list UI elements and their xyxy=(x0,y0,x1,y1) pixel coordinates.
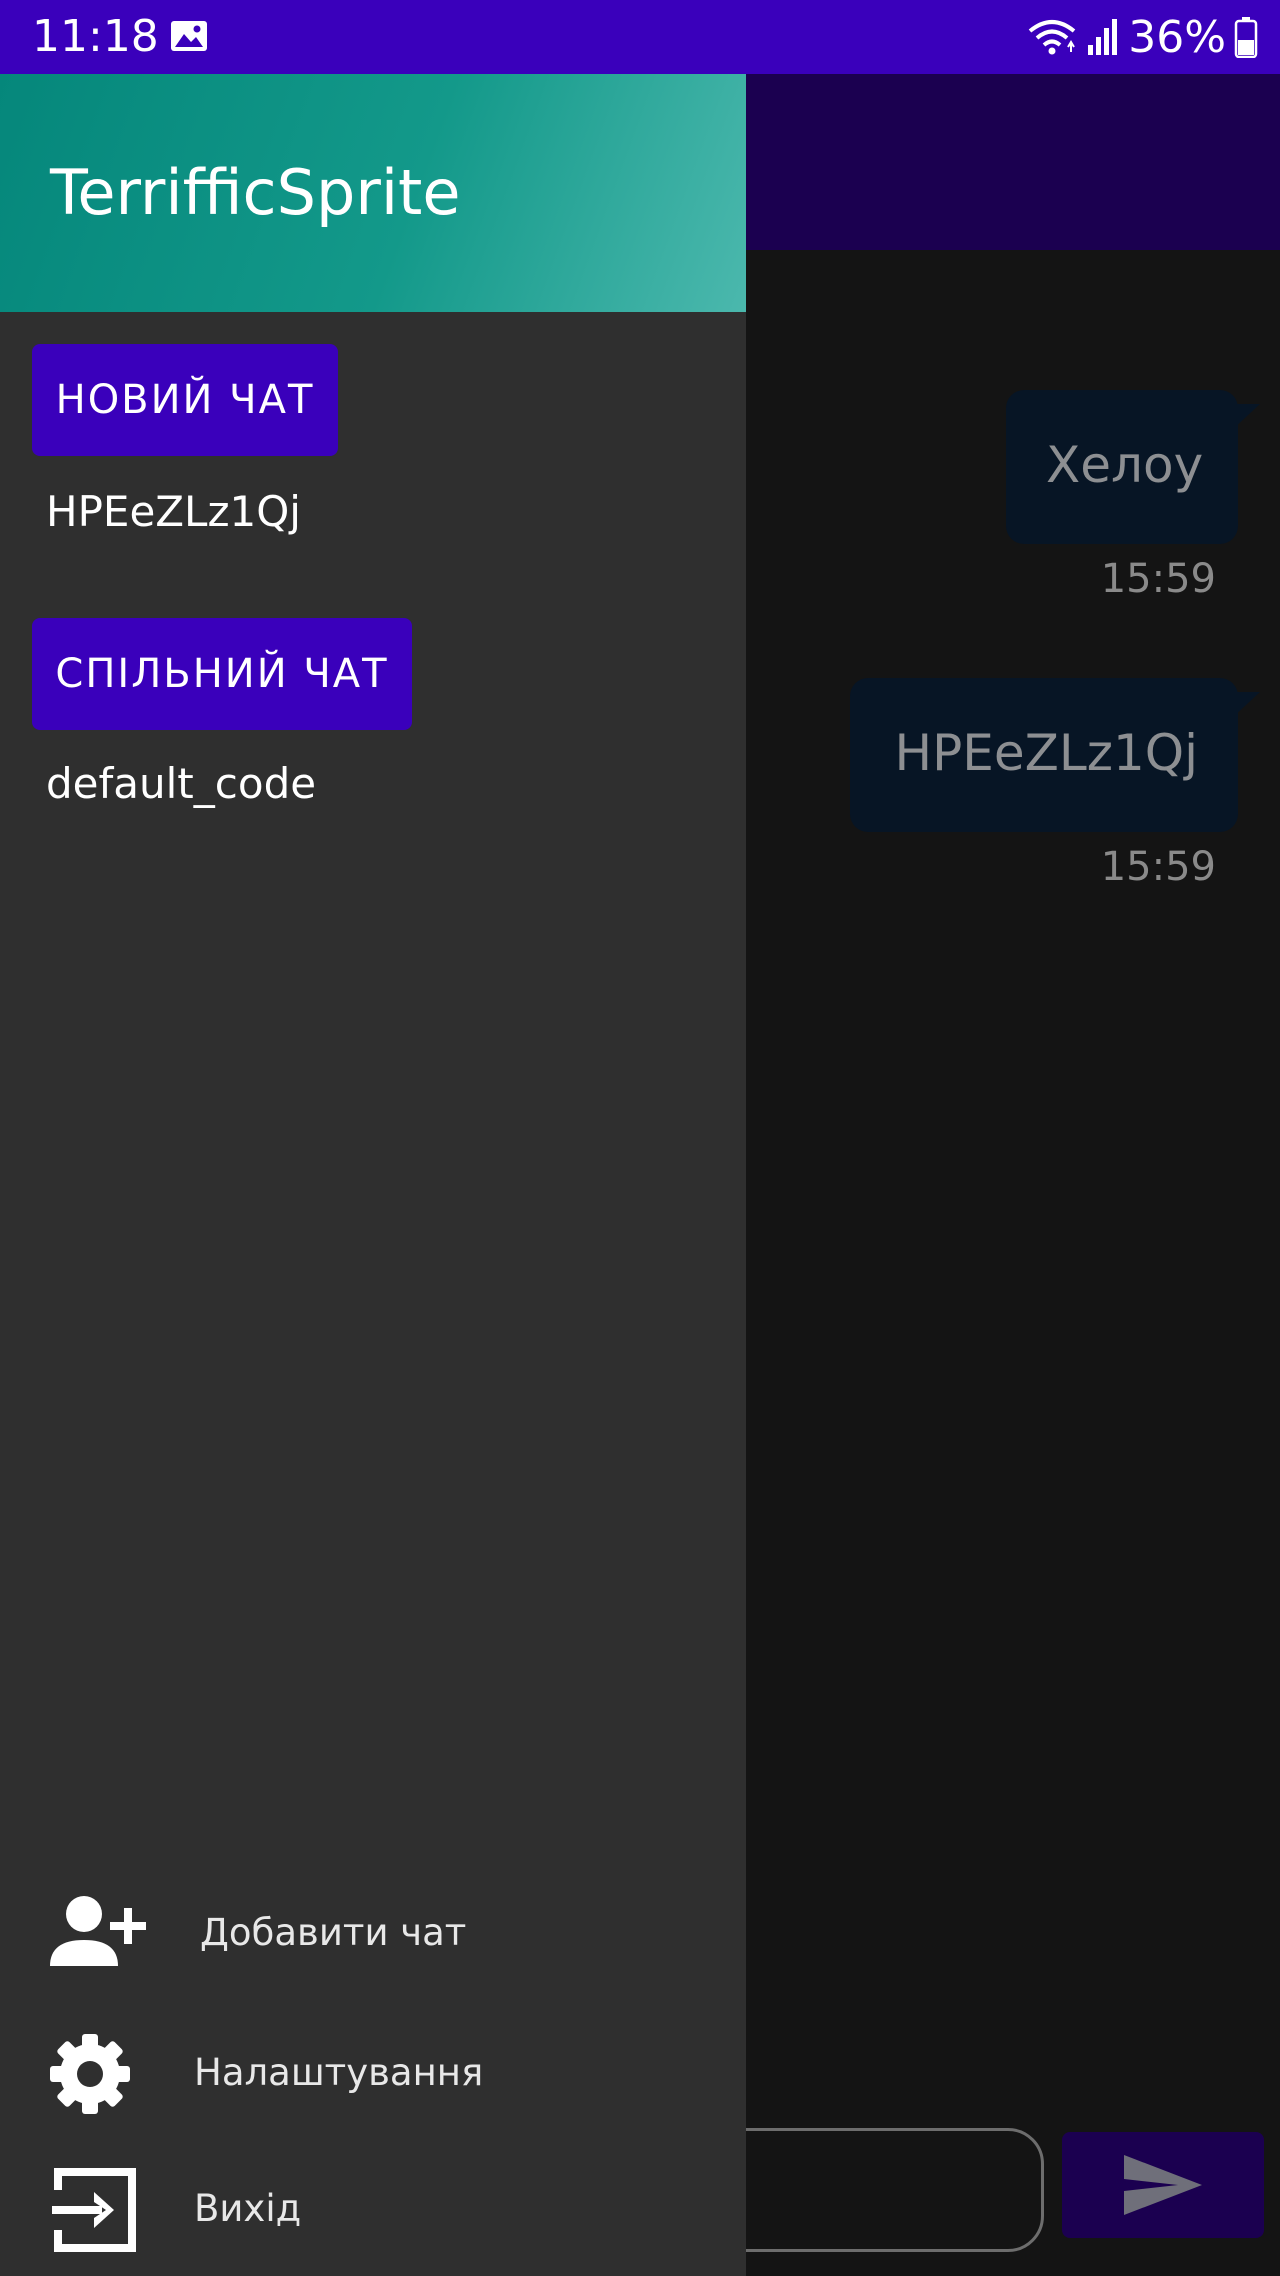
message-time: 15:59 xyxy=(1100,556,1216,602)
exit-icon xyxy=(52,2168,136,2252)
new-chat-button[interactable]: НОВИЙ ЧАТ xyxy=(32,344,338,456)
shared-chat-code: default_code xyxy=(46,759,317,808)
menu-label-add-chat: Добавити чат xyxy=(200,1911,467,1954)
message-time: 15:59 xyxy=(1100,844,1216,890)
menu-item-settings[interactable]: Налаштування xyxy=(0,2014,746,2134)
status-time: 11:18 xyxy=(32,11,159,62)
new-chat-code: HPEeZLz1Qj xyxy=(46,487,301,536)
drawer-title: TerrifficSprite xyxy=(50,156,461,229)
message-input[interactable] xyxy=(700,2128,1044,2252)
send-icon xyxy=(1124,2155,1202,2215)
chat-app-bar xyxy=(746,74,1280,250)
send-button[interactable] xyxy=(1062,2132,1264,2238)
message-bubble[interactable]: HPEeZLz1Qj xyxy=(850,678,1260,832)
image-icon xyxy=(171,21,207,51)
status-right-group: 36% xyxy=(1026,11,1258,63)
battery-percent: 36% xyxy=(1128,11,1226,63)
shared-chat-button[interactable]: СПІЛЬНИЙ ЧАТ xyxy=(32,618,412,730)
wifi-icon xyxy=(1028,20,1076,55)
add-user-icon xyxy=(50,1896,146,1966)
drawer-header: TerrifficSprite xyxy=(0,74,746,312)
message-bubble[interactable]: Хелоу xyxy=(1006,390,1260,544)
menu-label-exit: Вихід xyxy=(194,2187,302,2230)
menu-item-add-chat[interactable]: Добавити чат xyxy=(0,1874,746,1994)
navigation-drawer: TerrifficSprite НОВИЙ ЧАТ HPEeZLz1Qj СПІ… xyxy=(0,74,746,2276)
battery-icon xyxy=(1234,17,1258,58)
status-bar: 11:18 36% xyxy=(0,0,1280,74)
menu-label-settings: Налаштування xyxy=(194,2051,484,2094)
gear-icon xyxy=(50,2034,130,2114)
menu-item-exit[interactable]: Вихід xyxy=(0,2150,746,2270)
signal-icon xyxy=(1088,19,1118,55)
